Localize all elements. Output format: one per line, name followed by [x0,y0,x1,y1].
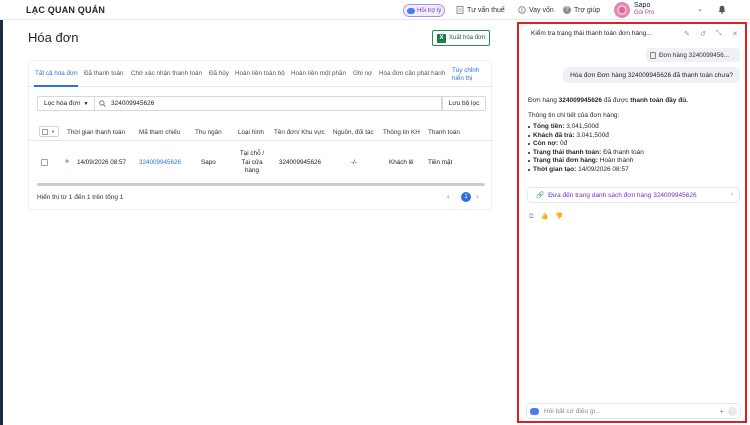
assistant-answer: Đơn hàng 324009945626 đã được thanh toán… [528,97,740,174]
list-item: Trạng thái đơn hàng: Hoàn thành [528,157,740,166]
customer-cell: Khách lẻ [389,159,414,166]
ask-assistant-label: Hỏi trợ lý [417,7,442,14]
thumbs-down-icon[interactable]: 👎 [555,213,563,220]
page-title: Hóa đơn [28,30,79,45]
active-tab-indicator [34,85,78,87]
payment-cell: Tiền mặt [428,159,453,166]
invoice-card: Tất cả hóa đơn Đã thanh toán Chờ xác nhậ… [28,60,493,210]
document-icon [456,6,464,14]
top-bar: LẠC QUAN QUÁN Hỏi trợ lý Tư vấn thuế Vay… [0,0,750,20]
search-input[interactable]: 324009945626 [94,96,442,111]
list-item: Khách đã trả: 3,041,500đ [528,132,740,141]
column-header: Thanh toán [428,129,460,136]
tab-customize-display[interactable]: Tùy chỉnh hiển thị [452,67,490,83]
row-checkbox[interactable] [41,159,48,166]
store-plan: Gói Pro [634,10,655,16]
reference-link[interactable]: 324009945626 [139,159,181,166]
thumbs-up-icon[interactable]: 👍 [540,213,548,220]
copy-icon[interactable]: ⧉ [529,213,534,220]
store-name: Sapo [634,2,651,9]
brand-name: LẠC QUAN QUÁN [26,5,106,15]
history-icon[interactable]: ↺ [700,30,706,38]
chat-input[interactable]: Hỏi bất cứ điều gì... + ↑ [526,403,741,419]
table-header: ▼ Thời gian thanh toán Mã tham chiếu Thu… [29,123,493,141]
search-icon [99,100,106,107]
document-icon [650,51,656,59]
tab-cancelled[interactable]: Đã hủy [209,70,229,77]
loan-link[interactable]: Vay vốn [518,6,554,14]
store-avatar[interactable] [614,2,630,18]
column-header: Loại hình [238,129,264,136]
export-invoice-label: Xuất hóa đơn [449,35,486,41]
collapse-icon[interactable]: ⤡ [716,30,722,38]
ai-assistant-icon [407,7,415,14]
chevron-right-icon: › [731,192,733,198]
tab-all-invoices[interactable]: Tất cả hóa đơn [35,70,78,77]
list-item: Trạng thái thanh toán: Đã thanh toán [528,149,740,158]
support-link[interactable]: ? Trợ giúp [563,6,600,14]
bell-icon[interactable] [718,5,726,14]
paid-time-cell: 14/09/2026 08:57 [77,159,127,166]
plus-icon[interactable]: + [719,407,724,416]
column-header: Nguồn, đối tác [333,129,374,136]
details-heading: Thông tin chi tiết của đơn hàng: [528,111,620,119]
go-to-order-list-link[interactable]: 🔗 Đưa đến trang danh sách đơn hàng 32400… [527,187,740,203]
column-header: Thời gian thanh toán [67,129,126,136]
help-icon: ? [563,6,571,14]
tab-debt[interactable]: Ghi nợ [353,70,372,77]
excel-icon: X [437,33,446,43]
close-icon[interactable]: ✕ [732,30,738,38]
list-item: Còn nợ: 0đ [528,140,740,149]
caret-down-icon: ▼ [83,100,89,107]
answer-intro: Đơn hàng 324009945626 đã được thanh toán… [528,97,688,104]
previous-page-icon[interactable]: ‹ [447,192,450,201]
column-header: Tên đơn/ Khu vực [274,129,325,136]
column-header: Thông tin KH [383,129,420,136]
tab-paid[interactable]: Đã thanh toán [84,70,124,77]
page-number-current[interactable]: 1 [461,192,471,202]
chat-input-placeholder: Hỏi bất cứ điều gì... [544,407,601,415]
tab-partial-refund[interactable]: Hoàn tiền một phần [291,70,346,77]
coin-icon [518,6,526,14]
order-name-cell: 324009945626 [279,159,322,166]
tab-pending-confirmation[interactable]: Chờ xác nhận thanh toán [131,70,202,77]
tab-to-issue[interactable]: Hóa đơn cần phát hành [379,70,445,77]
next-page-icon[interactable]: › [476,192,479,201]
horizontal-scrollbar[interactable] [37,183,485,186]
search-value: 324009945626 [111,100,155,107]
user-message: Hóa đơn Đơn hàng 324009945626 đã thanh t… [563,67,740,83]
list-item: Tổng tiền: 3,041,500đ [528,123,740,132]
tab-full-refund[interactable]: Hoàn tiền toàn bộ [235,70,285,77]
chat-header: Kiểm tra trạng thái thanh toán đơn hàng.… [519,24,745,44]
order-details-list: Tổng tiền: 3,041,500đ Khách đã trả: 3,04… [528,123,740,174]
column-header: Mã tham chiếu [139,129,181,136]
pagination-summary: Hiển thị từ 1 đến 1 trên tổng 1 [37,194,124,201]
source-cell: -/- [351,159,357,166]
chevron-down-icon[interactable]: ⌄ [697,5,703,13]
cashier-cell: Sapo [201,159,216,166]
tax-advice-link[interactable]: Tư vấn thuế [456,6,505,14]
link-icon: 🔗 [536,192,545,199]
expand-row-icon[interactable]: » [65,158,69,165]
list-item: Thời gian tạo: 14/09/2026 08:57 [528,166,740,175]
export-invoice-button[interactable]: X Xuất hóa đơn [432,30,490,46]
assistant-chat-panel: Kiểm tra trạng thái thanh toán đơn hàng.… [517,22,747,423]
chat-title: Kiểm tra trạng thái thanh toán đơn hàng.… [531,30,652,37]
edit-icon[interactable]: ✎ [684,30,690,38]
invoice-filter-select[interactable]: Lọc hóa đơn ▼ [37,96,95,111]
column-header: Thu ngân [195,129,222,136]
order-context-chip[interactable]: Đơn hàng 3240099456... [646,48,740,62]
send-icon[interactable]: ↑ [728,407,737,416]
invoice-tabs: Tất cả hóa đơn Đã thanh toán Chờ xác nhậ… [29,61,493,87]
select-all-checkbox[interactable]: ▼ [39,126,59,137]
feedback-actions: ⧉ 👍 👎 [529,212,568,221]
save-filter-button[interactable]: Lưu bộ lọc [442,96,486,111]
ai-assistant-icon [530,407,539,415]
left-sidebar-edge [0,20,3,425]
ask-assistant-button[interactable]: Hỏi trợ lý [403,4,445,17]
caret-down-icon: ▼ [51,129,55,134]
type-cell: Tại chỗ / Tại cửa hàng [239,150,265,174]
